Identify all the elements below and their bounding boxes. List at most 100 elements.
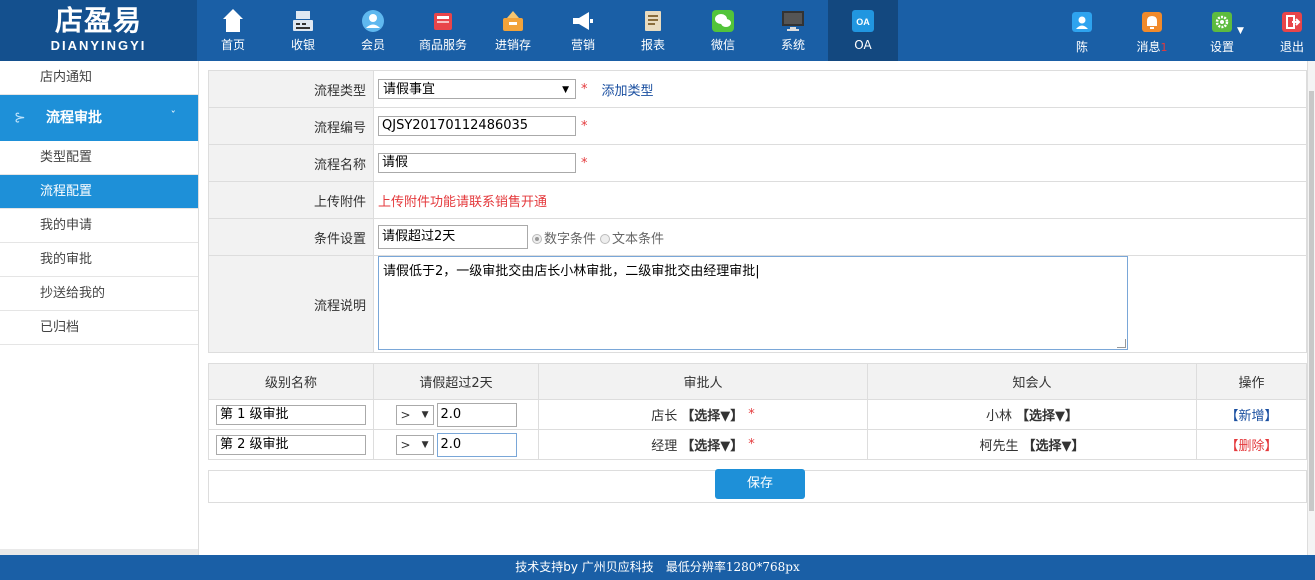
chevron-down-icon: ▼ (1237, 26, 1244, 36)
condition-label: 条件设置 (209, 219, 374, 255)
logo-text-en: DIANYINGYI (50, 38, 147, 53)
logout-label: 退出 (1279, 40, 1304, 54)
settings-label: 设置 (1209, 40, 1234, 54)
save-bar: 保存 (208, 469, 1307, 503)
nav-member[interactable]: 会员 (338, 0, 408, 61)
add-type-link[interactable]: 添加类型 (602, 80, 654, 99)
description-label: 流程说明 (209, 256, 374, 352)
nav-marketing[interactable]: 营销 (548, 0, 618, 61)
radio-button (532, 234, 542, 244)
nav-label: 营销 (570, 38, 595, 52)
sidebar-section-approval[interactable]: ⊱ 流程审批 ˇ (0, 95, 198, 141)
select-arrow-icon: ▼ (562, 85, 569, 95)
table-header: 级别名称 请假超过2天 审批人 知会人 操作 (209, 364, 1306, 400)
sidebar-item-type-config[interactable]: 类型配置 (0, 141, 198, 175)
attachment-note: 上传附件功能请联系销售开通 (378, 194, 548, 210)
wechat-icon (712, 10, 734, 32)
col-header-cc: 知会人 (868, 364, 1197, 399)
select-arrow-icon: ▼ (421, 409, 429, 420)
sidebar-section-label: 流程审批 (46, 110, 102, 126)
user-icon (1072, 12, 1092, 32)
save-button[interactable]: 保存 (715, 469, 805, 499)
gear-icon (1212, 12, 1232, 32)
required-mark: * (748, 437, 755, 452)
threshold-input[interactable]: 2.0 (436, 402, 517, 427)
table-row: 第 2 级审批 > ▼ 2.0 经理 【选择▼】 * 柯先生 【选择▼】 【删除】 (209, 430, 1306, 459)
footer: 技术支持by 广州贝应科技 最低分辨率1280*768px (0, 555, 1315, 580)
col-header-action: 操作 (1238, 376, 1265, 391)
form-row-type: 流程类型 请假事宜 ▼ * 添加类型 (209, 71, 1306, 108)
threshold-input[interactable]: 2.0 (436, 432, 517, 457)
table-row: 第 1 级审批 > ▼ 2.0 店长 【选择▼】 * 小林 【选择▼】 【新增】 (209, 400, 1306, 430)
sidebar-item-notice[interactable]: 店内通知 (0, 61, 198, 95)
flow-type-select[interactable]: 请假事宜 ▼ (378, 79, 576, 99)
cc-pick-button[interactable]: 【选择▼】 (1016, 405, 1078, 424)
radio-text[interactable]: 文本条件 (600, 228, 668, 247)
add-row-button[interactable]: 【新增】 (1225, 405, 1277, 424)
radio-button (600, 234, 611, 244)
approver-pick-button[interactable]: 【选择▼】 (681, 405, 743, 424)
messages-button[interactable]: 消息1 (1122, 0, 1182, 61)
logout-button[interactable]: 退出 (1262, 0, 1315, 61)
main-content: 流程类型 请假事宜 ▼ * 添加类型 流程编号 QJSY2017011248603… (208, 70, 1307, 503)
required-mark: * (748, 407, 755, 422)
goods-icon (434, 13, 452, 30)
messages-label: 消息1 (1136, 40, 1168, 54)
flow-form: 流程类型 请假事宜 ▼ * 添加类型 流程编号 QJSY2017011248603… (208, 70, 1307, 353)
chevron-down-icon: ˇ (170, 109, 177, 122)
level-name-input[interactable]: 第 2 级审批 (216, 434, 366, 455)
sidebar-item-archived[interactable]: 已归档 (0, 311, 198, 345)
oa-icon: OA (852, 10, 874, 32)
nav-wechat[interactable]: 微信 (688, 0, 758, 61)
nav-report[interactable]: 报表 (618, 0, 688, 61)
approver-pick-button[interactable]: 【选择▼】 (681, 435, 743, 454)
logout-icon (1282, 12, 1302, 32)
monitor-icon (782, 11, 804, 31)
required-mark: * (581, 155, 588, 171)
nav-system[interactable]: 系统 (758, 0, 828, 61)
nav-label: 商品服务 (418, 38, 467, 52)
flow-code-label: 流程编号 (209, 108, 374, 144)
user-menu[interactable]: 陈 (1052, 0, 1112, 61)
approver-name: 经理 (651, 439, 678, 454)
operator-select[interactable]: > ▼ (395, 434, 434, 455)
nav-oa[interactable]: OA OA (828, 0, 898, 61)
sidebar-item-flow-config[interactable]: 流程配置 (0, 175, 198, 209)
bell-icon (1142, 12, 1162, 32)
radio-numeric-label: 数字条件 (544, 231, 597, 247)
footer-resolution: 最低分辨率1280*768px (665, 560, 800, 574)
form-row-description: 流程说明 请假低于2，一级审批交由店长小林审批，二级审批交由经理审批| (209, 256, 1306, 352)
settings-button[interactable]: 设置 ▼ (1192, 0, 1252, 61)
radio-text-label: 文本条件 (612, 231, 665, 247)
top-nav-bar: 店盈易 DIANYINGYI 首页 收银 会员 商品服务 进销存 营销 报表 微… (0, 0, 1315, 61)
condition-input[interactable]: 请假超过2天 (378, 225, 528, 249)
radio-numeric[interactable]: 数字条件 (532, 228, 600, 247)
flow-code-input[interactable]: QJSY20170112486035 (378, 116, 576, 136)
flow-name-input[interactable]: 请假 (378, 153, 576, 173)
megaphone-icon (573, 12, 593, 30)
cc-pick-button[interactable]: 【选择▼】 (1023, 435, 1085, 454)
required-mark: * (581, 118, 588, 134)
operator-select[interactable]: > ▼ (395, 404, 434, 425)
level-name-input[interactable]: 第 1 级审批 (216, 404, 366, 425)
footer-support: 技术支持by 广州贝应科技 (515, 560, 654, 574)
description-textarea[interactable]: 请假低于2，一级审批交由店长小林审批，二级审批交由经理审批| (378, 256, 1128, 350)
nav-label: 收银 (290, 38, 315, 52)
sidebar-item-cc-to-me[interactable]: 抄送给我的 (0, 277, 198, 311)
nav-goods[interactable]: 商品服务 (408, 0, 478, 61)
resize-grip-icon[interactable] (1117, 339, 1126, 348)
nav-home[interactable]: 首页 (198, 0, 268, 61)
scrollbar-thumb[interactable] (1309, 91, 1314, 511)
logo[interactable]: 店盈易 DIANYINGYI (0, 0, 197, 61)
svg-text:OA: OA (856, 17, 870, 27)
nav-inventory[interactable]: 进销存 (478, 0, 548, 61)
sidebar-item-my-approvals[interactable]: 我的审批 (0, 243, 198, 277)
sidebar-item-my-applications[interactable]: 我的申请 (0, 209, 198, 243)
select-arrow-icon: ▼ (421, 439, 429, 450)
required-mark: * (581, 81, 588, 97)
delete-row-button[interactable]: 【删除】 (1225, 435, 1277, 454)
page-scrollbar[interactable] (1307, 61, 1315, 555)
cash-register-icon (293, 11, 313, 31)
approver-name: 店长 (651, 409, 678, 424)
nav-cashier[interactable]: 收银 (268, 0, 338, 61)
